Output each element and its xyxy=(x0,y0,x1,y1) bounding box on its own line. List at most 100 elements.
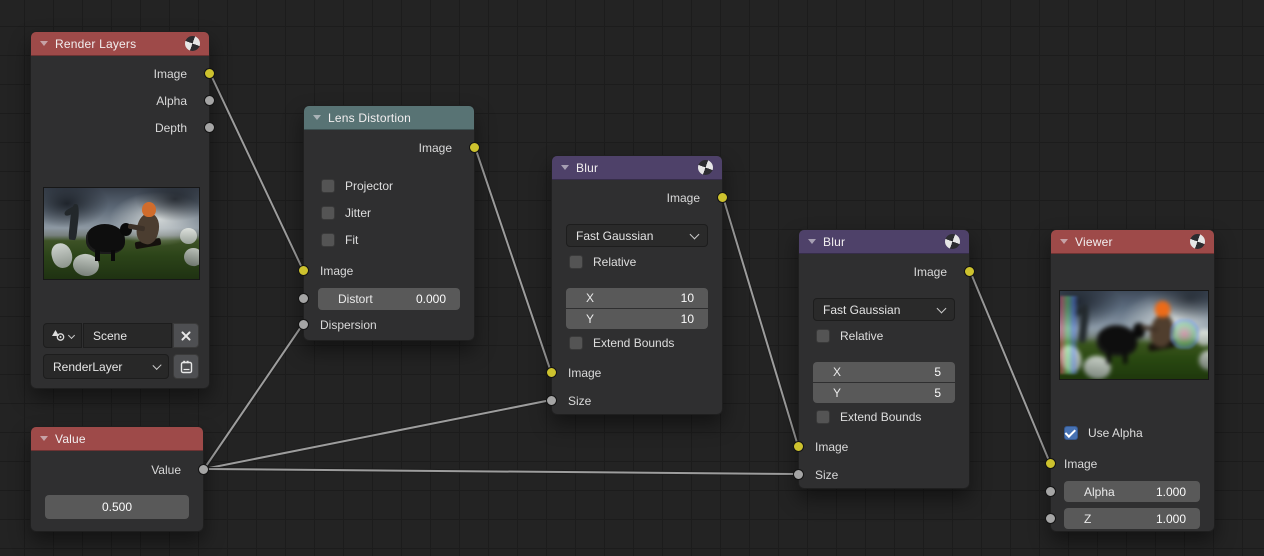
render-result-button[interactable] xyxy=(173,354,199,379)
scene-unlink-button[interactable] xyxy=(173,323,199,348)
blur-1-y-slider[interactable]: Y 10 xyxy=(566,309,708,329)
relative-checkbox-row: Relative xyxy=(552,251,722,273)
blur-2-image-input-socket[interactable] xyxy=(793,441,804,452)
alpha-value: 1.000 xyxy=(1155,484,1186,499)
dispersion-input-socket[interactable] xyxy=(298,319,309,330)
blur-1-image-output-socket[interactable] xyxy=(717,192,728,203)
render-layers-depth-output-socket[interactable] xyxy=(204,122,215,133)
wire-blur-1-image-to-blur-2-image xyxy=(722,196,799,447)
scene-name-field[interactable]: Scene xyxy=(83,323,172,348)
blur-2-x-slider[interactable]: X 5 xyxy=(813,362,955,382)
blur-1-header[interactable]: Blur xyxy=(552,156,722,180)
render-result-icon xyxy=(180,360,193,373)
output-label-image: Image xyxy=(153,67,187,81)
node-value[interactable]: Value Value 0.500 xyxy=(30,426,209,532)
output-label-image: Image xyxy=(913,265,947,279)
relative-checkbox[interactable] xyxy=(816,329,830,343)
viewer-title: Viewer xyxy=(1075,234,1113,249)
material-sphere-icon[interactable] xyxy=(1190,234,1205,249)
collapse-triangle-icon[interactable] xyxy=(1060,239,1068,244)
material-sphere-icon[interactable] xyxy=(945,234,960,249)
wire-value-value-to-blur-1-size xyxy=(203,399,552,470)
blur-2-image-output-socket[interactable] xyxy=(964,266,975,277)
y-label: Y xyxy=(833,386,842,400)
scene-artwork xyxy=(44,188,199,279)
distort-input-socket[interactable] xyxy=(298,293,309,304)
output-label-alpha: Alpha xyxy=(156,94,187,108)
use-alpha-checkbox[interactable] xyxy=(1064,426,1078,440)
node-blur-2[interactable]: Blur Image Fast Gaussian Relative X 5 Y … xyxy=(793,229,975,489)
z-value: 1.000 xyxy=(1155,511,1186,526)
fit-label: Fit xyxy=(345,233,359,247)
viewer-z-slider[interactable]: Z 1.000 xyxy=(1064,508,1200,529)
scene-name: Scene xyxy=(93,328,128,343)
collapse-triangle-icon[interactable] xyxy=(561,165,569,170)
node-viewer[interactable]: Viewer Use Alpha Image Alpha 1.000 Z 1.0… xyxy=(1045,229,1215,532)
x-label: X xyxy=(833,365,842,379)
collapse-triangle-icon[interactable] xyxy=(40,41,48,46)
lens-distortion-header[interactable]: Lens Distortion xyxy=(304,106,474,130)
render-layers-alpha-output-socket[interactable] xyxy=(204,95,215,106)
extend-bounds-checkbox[interactable] xyxy=(816,410,830,424)
sheep-leg xyxy=(1106,352,1112,365)
fit-checkbox[interactable] xyxy=(321,233,335,247)
output-label-image: Image xyxy=(418,141,452,155)
distort-slider[interactable]: Distort 0.000 xyxy=(318,288,460,310)
scene-selector-row: Scene xyxy=(43,323,199,348)
input-label-image: Image xyxy=(568,366,602,380)
wire-lens-distortion-image-to-blur-1-image xyxy=(474,146,552,373)
viewer-image-input-socket[interactable] xyxy=(1045,458,1056,469)
render-layer-dropdown[interactable]: RenderLayer xyxy=(43,354,169,379)
alpha-label: Alpha xyxy=(1084,484,1115,499)
blur-2-size-input-socket[interactable] xyxy=(793,469,804,480)
node-editor-canvas[interactable]: Render Layers Image Alpha Depth Scene Re… xyxy=(0,0,1264,556)
value-output-socket[interactable] xyxy=(198,464,209,475)
projector-checkbox[interactable] xyxy=(321,179,335,193)
close-icon xyxy=(181,331,191,341)
material-sphere-icon[interactable] xyxy=(698,160,713,175)
collapse-triangle-icon[interactable] xyxy=(808,239,816,244)
checkmark-icon xyxy=(1064,426,1076,438)
blur-1-image-input-socket[interactable] xyxy=(546,367,557,378)
material-sphere-icon[interactable] xyxy=(185,36,200,51)
render-layer-row: RenderLayer xyxy=(43,354,199,379)
blur-2-header[interactable]: Blur xyxy=(799,230,969,254)
jitter-checkbox[interactable] xyxy=(321,206,335,220)
render-layers-image-output-socket[interactable] xyxy=(204,68,215,79)
collapse-triangle-icon[interactable] xyxy=(40,436,48,441)
viewer-preview-image xyxy=(1059,290,1209,380)
value-number-field[interactable]: 0.500 xyxy=(45,495,189,519)
character-head xyxy=(141,201,156,218)
x-label: X xyxy=(586,291,595,305)
node-lens-distortion[interactable]: Lens Distortion Image Projector Jitter F… xyxy=(298,105,480,341)
projector-checkbox-row: Projector xyxy=(304,175,474,197)
chevron-down-icon xyxy=(689,229,700,239)
relative-checkbox[interactable] xyxy=(569,255,583,269)
lens-distortion-image-output-socket[interactable] xyxy=(469,142,480,153)
scene-datablock-button[interactable] xyxy=(43,323,82,348)
render-layers-header[interactable]: Render Layers xyxy=(31,32,209,56)
value-number: 0.500 xyxy=(101,500,133,514)
blur-2-filter-dropdown[interactable]: Fast Gaussian xyxy=(813,298,955,321)
node-render-layers[interactable]: Render Layers Image Alpha Depth Scene Re… xyxy=(30,31,215,389)
viewer-header[interactable]: Viewer xyxy=(1051,230,1214,254)
blur-2-y-slider[interactable]: Y 5 xyxy=(813,383,955,403)
extend-bounds-checkbox[interactable] xyxy=(569,336,583,350)
blur-1-x-slider[interactable]: X 10 xyxy=(566,288,708,308)
blur-1-size-input-socket[interactable] xyxy=(546,395,557,406)
viewer-alpha-slider[interactable]: Alpha 1.000 xyxy=(1064,481,1200,502)
blur-2-title: Blur xyxy=(823,234,846,249)
jitter-checkbox-row: Jitter xyxy=(304,202,474,224)
value-header[interactable]: Value xyxy=(31,427,203,451)
use-alpha-label: Use Alpha xyxy=(1088,426,1143,440)
collapse-triangle-icon[interactable] xyxy=(313,115,321,120)
lens-distortion-image-input-socket[interactable] xyxy=(298,265,309,276)
blur-1-filter-dropdown[interactable]: Fast Gaussian xyxy=(566,224,708,247)
sheep-leg xyxy=(95,249,100,261)
viewer-z-input-socket[interactable] xyxy=(1045,513,1056,524)
input-label-dispersion: Dispersion xyxy=(320,318,377,332)
viewer-alpha-input-socket[interactable] xyxy=(1045,486,1056,497)
node-blur-1[interactable]: Blur Image Fast Gaussian Relative X 10 Y… xyxy=(546,155,728,415)
extend-bounds-checkbox-row: Extend Bounds xyxy=(799,406,969,428)
input-label-image: Image xyxy=(815,440,849,454)
